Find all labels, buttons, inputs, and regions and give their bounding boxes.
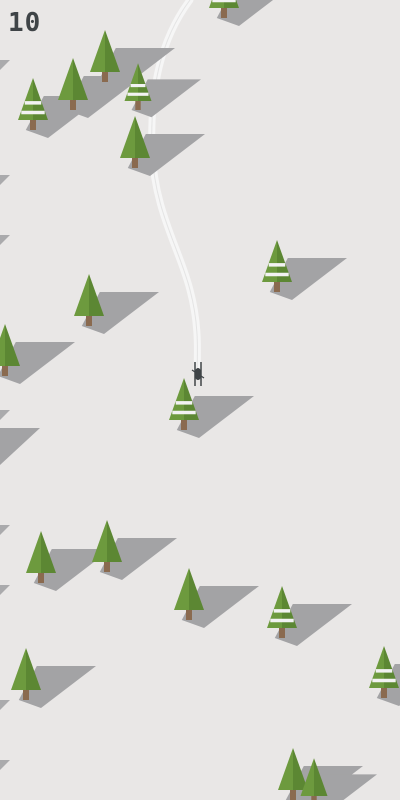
offscreen-tree-shadow — [0, 175, 10, 185]
offscreen-tree-shadow — [0, 60, 10, 70]
tree-foliage — [278, 748, 293, 790]
offscreen-tree-shadow — [0, 410, 10, 420]
offscreen-tree-shadow — [0, 235, 10, 245]
offscreen-tree-shadow — [0, 525, 10, 535]
tree-snow — [273, 609, 291, 613]
trees — [0, 0, 400, 800]
tree-foliage — [120, 116, 135, 158]
score-counter: 10 — [8, 8, 42, 38]
tree-snow — [175, 401, 193, 405]
tree-snow — [268, 263, 286, 267]
tree-snow — [130, 83, 146, 88]
tree-foliage — [90, 30, 105, 72]
tree-snow — [270, 618, 294, 623]
tree-snow — [24, 101, 42, 105]
tree-snow — [212, 0, 236, 3]
tree-foliage — [11, 648, 26, 690]
tree-snow — [265, 272, 289, 277]
tree-foliage — [58, 58, 73, 100]
tree-snow — [375, 669, 393, 673]
tree-foliage — [92, 520, 107, 562]
game-canvas[interactable]: 10 — [0, 0, 400, 800]
tree-snow — [21, 110, 45, 115]
offscreen-tree-shadow — [0, 585, 10, 595]
tree-foliage — [0, 324, 5, 366]
tree-foliage — [74, 274, 89, 316]
tree-snow — [172, 410, 196, 415]
ski-slope — [0, 0, 400, 800]
tree-snow — [127, 92, 149, 96]
offscreen-tree-shadow — [0, 428, 40, 465]
tree-foliage — [26, 531, 41, 573]
tree-snow — [372, 678, 396, 683]
offscreen-tree-shadow — [0, 700, 10, 710]
offscreen-tree-shadow — [0, 760, 10, 770]
tree-foliage — [174, 568, 189, 610]
